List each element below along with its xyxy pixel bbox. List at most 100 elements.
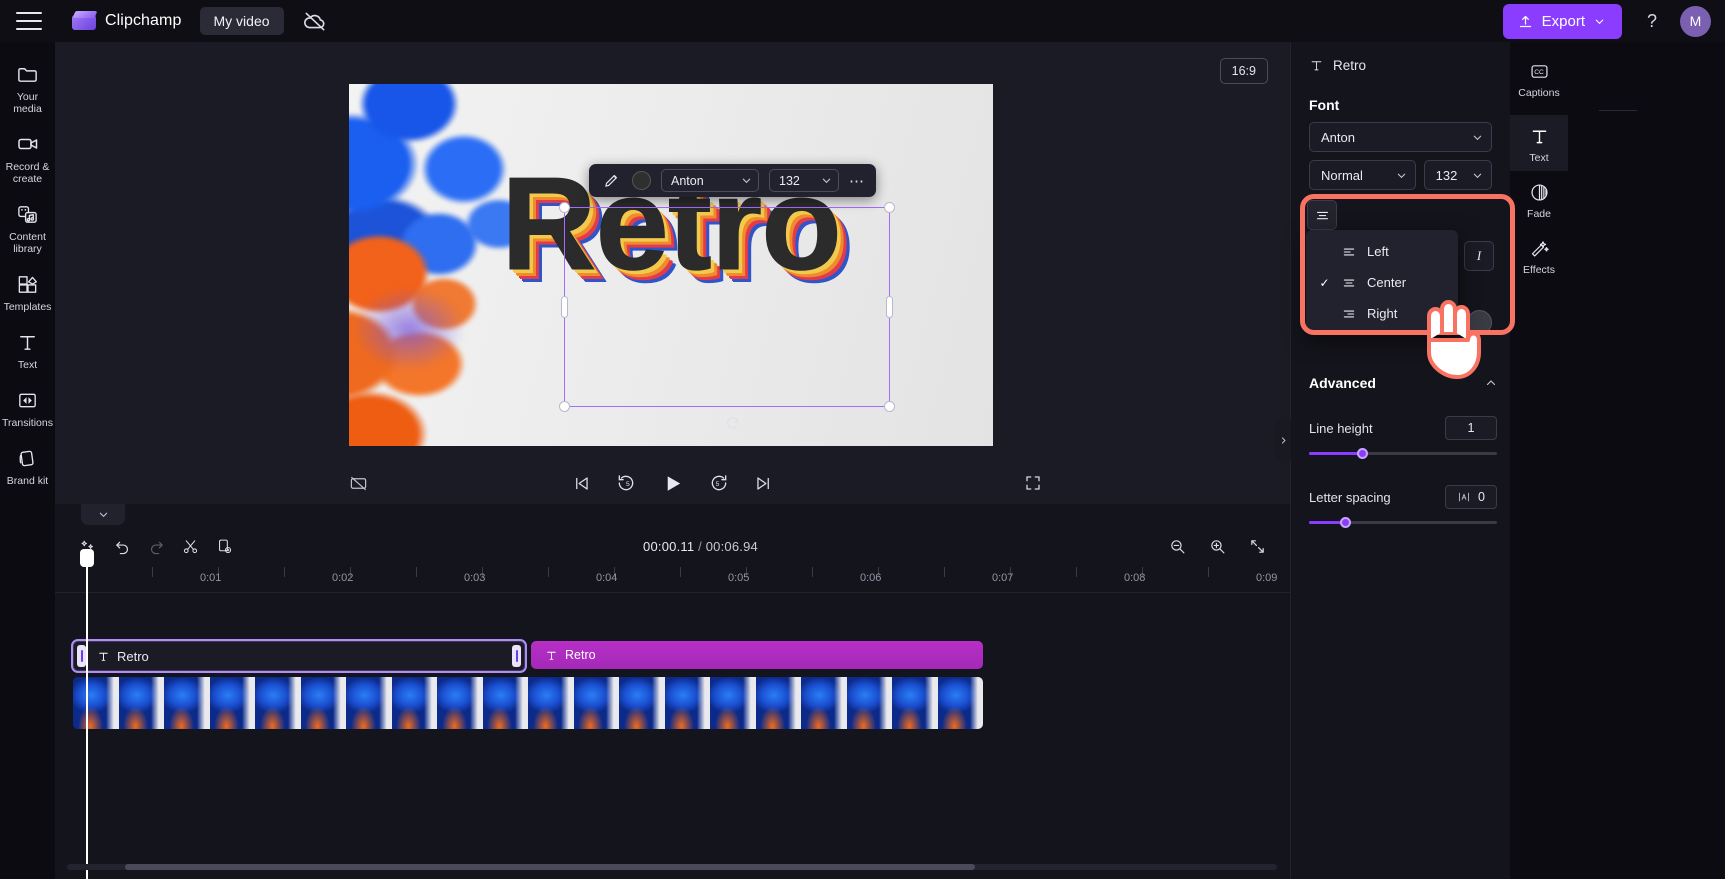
video-canvas[interactable]: Retro [349, 84, 993, 446]
italic-button[interactable]: I [1464, 241, 1494, 271]
project-name-field[interactable]: My video [199, 7, 284, 35]
tab-fade[interactable]: Fade [1510, 171, 1568, 227]
letter-spacing-label: Letter spacing [1309, 489, 1391, 505]
menu-item-align-center[interactable]: ✓ Center [1306, 267, 1458, 298]
help-button[interactable]: ? [1642, 11, 1662, 32]
font-style-row: Normal 132 [1309, 160, 1492, 198]
ruler-label: 0:09 [1256, 572, 1278, 584]
sidebar-item-transitions[interactable]: Transitions [0, 378, 55, 436]
floating-text-toolbar: Anton 132 ⋯ [589, 164, 876, 197]
timeline: 00:00.11 / 00:06.94 0:01 0:02 0:03 0:04 … [55, 504, 1290, 879]
font-family-dropdown[interactable]: Anton [1309, 122, 1492, 152]
playback-controls: 5 5 [55, 462, 1290, 504]
aspect-ratio-badge[interactable]: 16:9 [1219, 58, 1268, 84]
sidebar-item-your-media[interactable]: Your media [0, 52, 55, 122]
font-section-title: Font [1309, 97, 1340, 113]
more-horizontal-icon[interactable]: ⋯ [849, 172, 865, 190]
top-bar: Clipchamp My video Export ? M [0, 0, 1725, 42]
italic-label: I [1476, 248, 1482, 263]
sidebar-item-text[interactable]: Text [0, 320, 55, 378]
letter-spacing-slider[interactable] [1309, 517, 1497, 528]
properties-panel-collapse-button[interactable] [1275, 419, 1291, 461]
font-family-select[interactable]: Anton [661, 169, 759, 192]
text-color-swatch[interactable] [632, 171, 651, 190]
fullscreen-icon[interactable] [1024, 474, 1042, 492]
sidebar-label: Brand kit [6, 475, 49, 487]
line-height-slider[interactable] [1309, 448, 1497, 459]
ruler-label: 0:05 [728, 572, 750, 584]
rewind-5-icon[interactable]: 5 [616, 473, 636, 493]
right-sidebar: CC Captions Text Fade Effects [1510, 42, 1725, 879]
align-right-icon [1341, 307, 1357, 321]
video-track-clip[interactable] [73, 677, 983, 729]
tab-effects[interactable]: Effects [1510, 227, 1568, 283]
cloud-off-icon[interactable] [302, 8, 328, 34]
table-row[interactable]: Retro [531, 641, 983, 669]
export-button[interactable]: Export [1502, 3, 1622, 39]
zoom-out-icon[interactable] [1160, 532, 1194, 560]
skip-next-icon[interactable] [754, 474, 773, 493]
sidebar-label: Text [17, 359, 38, 371]
text-align-button[interactable] [1307, 200, 1337, 230]
font-size-dropdown[interactable]: 132 [1423, 160, 1492, 190]
library-icon [2, 201, 53, 227]
timeline-horizontal-scrollbar[interactable] [67, 864, 1277, 870]
play-button[interactable] [661, 472, 684, 495]
undo-icon[interactable] [105, 532, 139, 560]
chevron-down-icon [99, 512, 107, 518]
tab-label: Captions [1518, 87, 1560, 99]
sidebar-item-content-library[interactable]: Content library [0, 192, 55, 262]
avatar[interactable]: M [1680, 5, 1711, 37]
cc-icon: CC [1510, 59, 1568, 83]
skip-previous-icon[interactable] [572, 474, 591, 493]
letter-spacing-input[interactable]: 0 [1445, 485, 1497, 509]
ruler-label: 0:01 [200, 572, 222, 584]
clipchamp-logo-icon [72, 11, 98, 31]
sidebar-item-templates[interactable]: Templates [0, 262, 55, 320]
ruler-label: 0:04 [596, 572, 618, 584]
scissors-icon[interactable] [173, 532, 207, 560]
properties-title: Retro [1333, 58, 1367, 73]
font-weight-value: Normal [1321, 167, 1363, 183]
letter-spacing-icon [1459, 492, 1469, 502]
ruler-label: 0:02 [332, 572, 354, 584]
menu-item-align-left[interactable]: Left [1306, 236, 1458, 267]
table-row[interactable]: Retro [71, 639, 527, 673]
timeline-collapse-button[interactable] [81, 504, 125, 525]
closed-captions-off-icon[interactable] [349, 474, 368, 493]
trim-handle-left[interactable] [77, 645, 86, 667]
time-separator: / [698, 538, 702, 554]
fit-to-screen-icon[interactable] [1240, 532, 1274, 560]
ruler-label: 0:08 [1124, 572, 1146, 584]
letter-spacing-value: 0 [1478, 490, 1485, 504]
hamburger-icon[interactable] [16, 12, 42, 30]
alignment-row [1307, 200, 1495, 234]
sidebar-label: Templates [3, 301, 52, 313]
line-height-input[interactable]: 1 [1445, 416, 1497, 440]
rotate-icon[interactable] [723, 414, 741, 432]
line-height-row: Line height 1 [1309, 416, 1497, 440]
timeline-ruler[interactable]: 0:01 0:02 0:03 0:04 0:05 0:06 0:07 0:08 … [55, 567, 1290, 593]
text-icon [1311, 61, 1322, 71]
font-weight-dropdown[interactable]: Normal [1309, 160, 1416, 190]
ruler-label: 0:07 [992, 572, 1014, 584]
font-size-select[interactable]: 132 [769, 169, 839, 192]
sidebar-item-brand-kit[interactable]: Brand kit [0, 436, 55, 494]
text-icon [1510, 124, 1568, 148]
clip-label: Retro [117, 648, 149, 664]
sidebar-label: Record & create [5, 161, 50, 185]
trim-handle-right[interactable] [512, 645, 521, 667]
duplicate-icon[interactable] [207, 532, 241, 560]
video-camera-icon [2, 131, 53, 157]
tab-text[interactable]: Text [1510, 115, 1568, 171]
forward-5-icon[interactable]: 5 [709, 473, 729, 493]
preview-area: 16:9 Retro Anton 132 ⋯ [55, 42, 1290, 504]
pen-icon[interactable] [600, 170, 622, 192]
sidebar-label: Transitions [2, 417, 53, 429]
playhead[interactable] [80, 549, 94, 879]
tab-captions[interactable]: CC Captions [1510, 50, 1568, 106]
redo-icon[interactable] [139, 532, 173, 560]
sidebar-item-record-create[interactable]: Record & create [0, 122, 55, 192]
zoom-in-icon[interactable] [1200, 532, 1234, 560]
top-bar-right: Export ? M [1502, 3, 1725, 39]
